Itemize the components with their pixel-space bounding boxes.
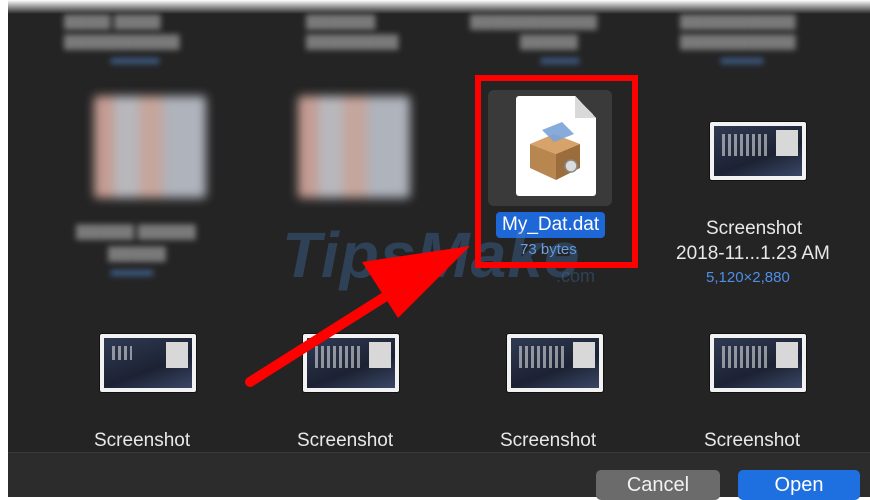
- pointer-arrow: [245, 246, 470, 387]
